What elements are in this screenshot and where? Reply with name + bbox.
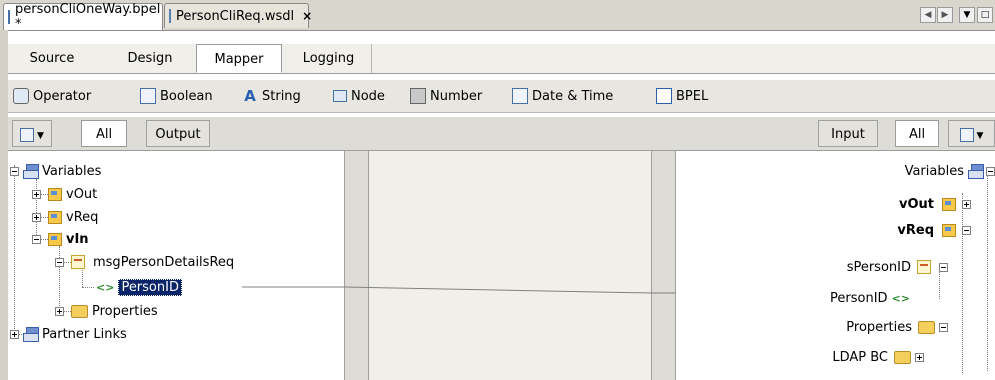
- message-icon: [917, 260, 931, 274]
- tree-node-personid-target[interactable]: PersonID <>: [830, 288, 910, 308]
- tree-node-ldap-bc[interactable]: LDAP BC: [832, 347, 924, 367]
- tree-node-vout-target[interactable]: vOut: [899, 194, 971, 214]
- tree-label: vOut: [899, 196, 934, 212]
- tree-label: vReq: [897, 222, 934, 238]
- collapse-icon[interactable]: [939, 322, 948, 332]
- tree-node-variables-target[interactable]: Variables: [905, 161, 995, 181]
- folder-icon: [918, 320, 935, 334]
- tree-label: sPersonID: [846, 259, 911, 275]
- tree-node-vreq-target[interactable]: vReq: [897, 220, 971, 240]
- variable-icon: [942, 197, 956, 211]
- variables-icon: [968, 164, 984, 179]
- tree-label: PersonID: [830, 290, 888, 306]
- folder-icon: [894, 350, 911, 364]
- tree-label: Properties: [846, 319, 912, 335]
- variable-icon: [942, 223, 956, 237]
- tree-label: LDAP BC: [832, 349, 888, 365]
- collapse-icon[interactable]: [986, 166, 995, 176]
- expand-icon[interactable]: [915, 352, 924, 362]
- element-icon: <>: [891, 291, 910, 305]
- collapse-icon[interactable]: [939, 262, 948, 272]
- collapse-icon[interactable]: [962, 225, 971, 235]
- target-tree-panel: Variables vOut vReq sPersonID PersonID <…: [676, 151, 995, 380]
- tree-node-spersonid[interactable]: sPersonID: [847, 257, 948, 277]
- tree-label: Variables: [904, 163, 964, 179]
- tree-node-properties-target[interactable]: Properties: [846, 317, 948, 337]
- mapping-link[interactable]: [343, 286, 652, 294]
- expand-icon[interactable]: [962, 199, 971, 209]
